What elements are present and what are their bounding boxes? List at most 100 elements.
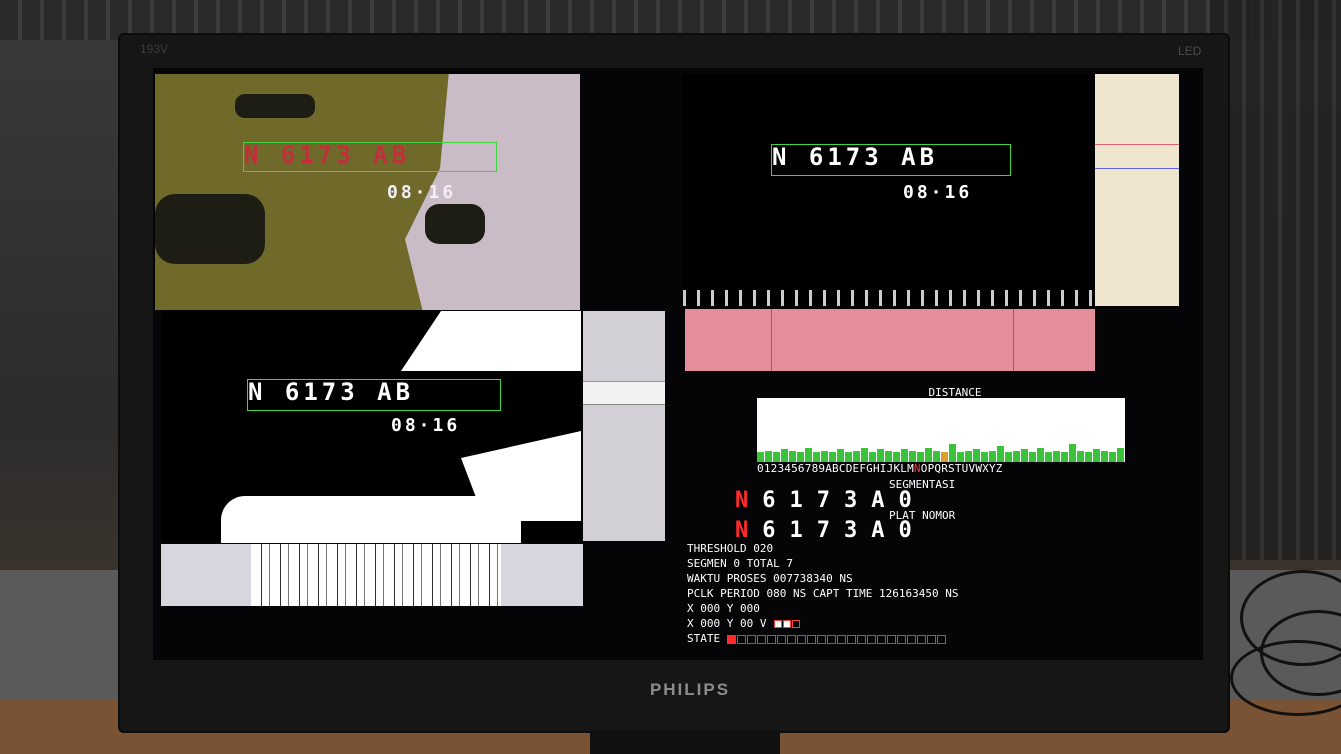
state-info: STATE bbox=[687, 632, 947, 645]
projection-line bbox=[1013, 309, 1014, 371]
state-cell bbox=[896, 634, 906, 644]
xy-info-2-text: X 000 Y 00 V bbox=[687, 617, 767, 630]
state-cell bbox=[736, 634, 746, 644]
state-cell bbox=[816, 634, 826, 644]
distance-bar bbox=[797, 452, 804, 462]
vertical-projection bbox=[1095, 74, 1179, 306]
state-cell bbox=[866, 634, 876, 644]
state-cell bbox=[756, 634, 766, 644]
distance-bar bbox=[965, 450, 972, 462]
distance-bar bbox=[941, 452, 948, 462]
distance-bar bbox=[877, 449, 884, 462]
distance-bar bbox=[869, 452, 876, 462]
alphabet-pre: 0123456789ABCDEFGHIJKLM bbox=[757, 462, 914, 475]
plate-date: 08·16 bbox=[387, 182, 457, 203]
distance-bar bbox=[805, 447, 812, 462]
distance-bar bbox=[1005, 452, 1012, 462]
segmen-info: SEGMEN 0 TOTAL 7 bbox=[687, 557, 793, 570]
projection-line bbox=[1095, 144, 1179, 145]
distance-bar bbox=[1029, 452, 1036, 462]
monitor-brand: PHILIPS bbox=[649, 680, 731, 699]
state-cell bbox=[726, 634, 736, 644]
monitor-panel-label: LED bbox=[1178, 44, 1202, 58]
distance-bar bbox=[821, 450, 828, 462]
distance-bar bbox=[1045, 452, 1052, 462]
distance-bar bbox=[813, 452, 820, 462]
state-label: STATE bbox=[687, 632, 721, 645]
state-cell bbox=[796, 634, 806, 644]
distance-bar bbox=[957, 452, 964, 462]
plate-number-result: N6173A0 bbox=[735, 518, 926, 543]
monitor-model: 193V bbox=[140, 42, 169, 56]
distance-bar bbox=[973, 449, 980, 462]
v-cells bbox=[773, 617, 801, 630]
state-cell bbox=[876, 634, 886, 644]
threshold-info: THRESHOLD 020 bbox=[687, 542, 774, 555]
distance-bar bbox=[765, 450, 772, 462]
dark-region bbox=[425, 204, 485, 244]
distance-bar bbox=[901, 449, 908, 462]
projection-band bbox=[583, 381, 665, 405]
plate-detection-box: N 6173 AB bbox=[771, 144, 1011, 176]
distance-bar bbox=[1061, 452, 1068, 462]
state-cell bbox=[906, 634, 916, 644]
distance-bar bbox=[1013, 450, 1020, 462]
state-cell bbox=[856, 634, 866, 644]
distance-bar bbox=[1037, 447, 1044, 462]
state-cell bbox=[916, 634, 926, 644]
dark-region bbox=[155, 194, 265, 264]
plate-number-first-char: N bbox=[735, 518, 763, 543]
state-cell bbox=[886, 634, 896, 644]
plate-date: 08·16 bbox=[391, 415, 461, 436]
dark-region bbox=[235, 94, 315, 118]
distance-bar bbox=[837, 449, 844, 462]
distance-bar bbox=[1093, 449, 1100, 462]
plate-detection-box: N 6173 AB bbox=[243, 142, 497, 172]
state-cell bbox=[776, 634, 786, 644]
distance-bar bbox=[773, 452, 780, 462]
distance-bar bbox=[853, 450, 860, 462]
distance-chart bbox=[757, 398, 1125, 462]
posterized-view: N 6173 AB 08·16 bbox=[155, 74, 580, 310]
state-cell bbox=[786, 634, 796, 644]
projection-line bbox=[771, 309, 772, 371]
distance-bar bbox=[829, 452, 836, 462]
white-region bbox=[401, 311, 581, 371]
distance-bar bbox=[789, 450, 796, 462]
state-cell bbox=[766, 634, 776, 644]
distance-bar bbox=[1101, 450, 1108, 462]
distance-bar bbox=[917, 452, 924, 462]
distance-bar bbox=[981, 452, 988, 462]
distance-bar bbox=[933, 450, 940, 462]
distance-bar bbox=[1085, 452, 1092, 462]
pclk-info: PCLK PERIOD 080 NS CAPT TIME 126163450 N… bbox=[687, 587, 959, 600]
waktu-info: WAKTU PROSES 007738340 NS bbox=[687, 572, 853, 585]
plate-number-rest: 6173A0 bbox=[762, 518, 926, 543]
distance-bar bbox=[1077, 450, 1084, 462]
distance-bar bbox=[1069, 444, 1076, 462]
horizontal-projection bbox=[685, 309, 1095, 371]
distance-bar bbox=[1117, 447, 1124, 462]
vertical-projection bbox=[583, 311, 665, 541]
state-cell bbox=[836, 634, 846, 644]
distance-bar bbox=[1109, 452, 1116, 462]
distance-bar bbox=[1021, 449, 1028, 462]
monitor-screen: N 6173 AB 08·16 N 6173 AB 08·16 N 6173 A… bbox=[153, 68, 1203, 660]
v-cell bbox=[783, 620, 792, 628]
monitor-stand bbox=[590, 730, 780, 754]
distance-bar bbox=[757, 452, 764, 462]
plate-text: N 6173 AB bbox=[772, 143, 939, 171]
plate-text: N 6173 AB bbox=[244, 141, 411, 169]
state-cell bbox=[936, 634, 946, 644]
distance-bar bbox=[885, 450, 892, 462]
distance-bar bbox=[845, 452, 852, 462]
xy-info-1: X 000 Y 000 bbox=[687, 602, 760, 615]
state-cell bbox=[826, 634, 836, 644]
state-cells bbox=[726, 632, 947, 645]
edge-view: N 6173 AB 08·16 bbox=[683, 74, 1095, 310]
xy-info-2: X 000 Y 00 V bbox=[687, 617, 801, 630]
binary-view: N 6173 AB 08·16 bbox=[161, 311, 581, 543]
state-cell bbox=[846, 634, 856, 644]
projection-stripes bbox=[251, 544, 501, 606]
distance-bar bbox=[925, 447, 932, 462]
